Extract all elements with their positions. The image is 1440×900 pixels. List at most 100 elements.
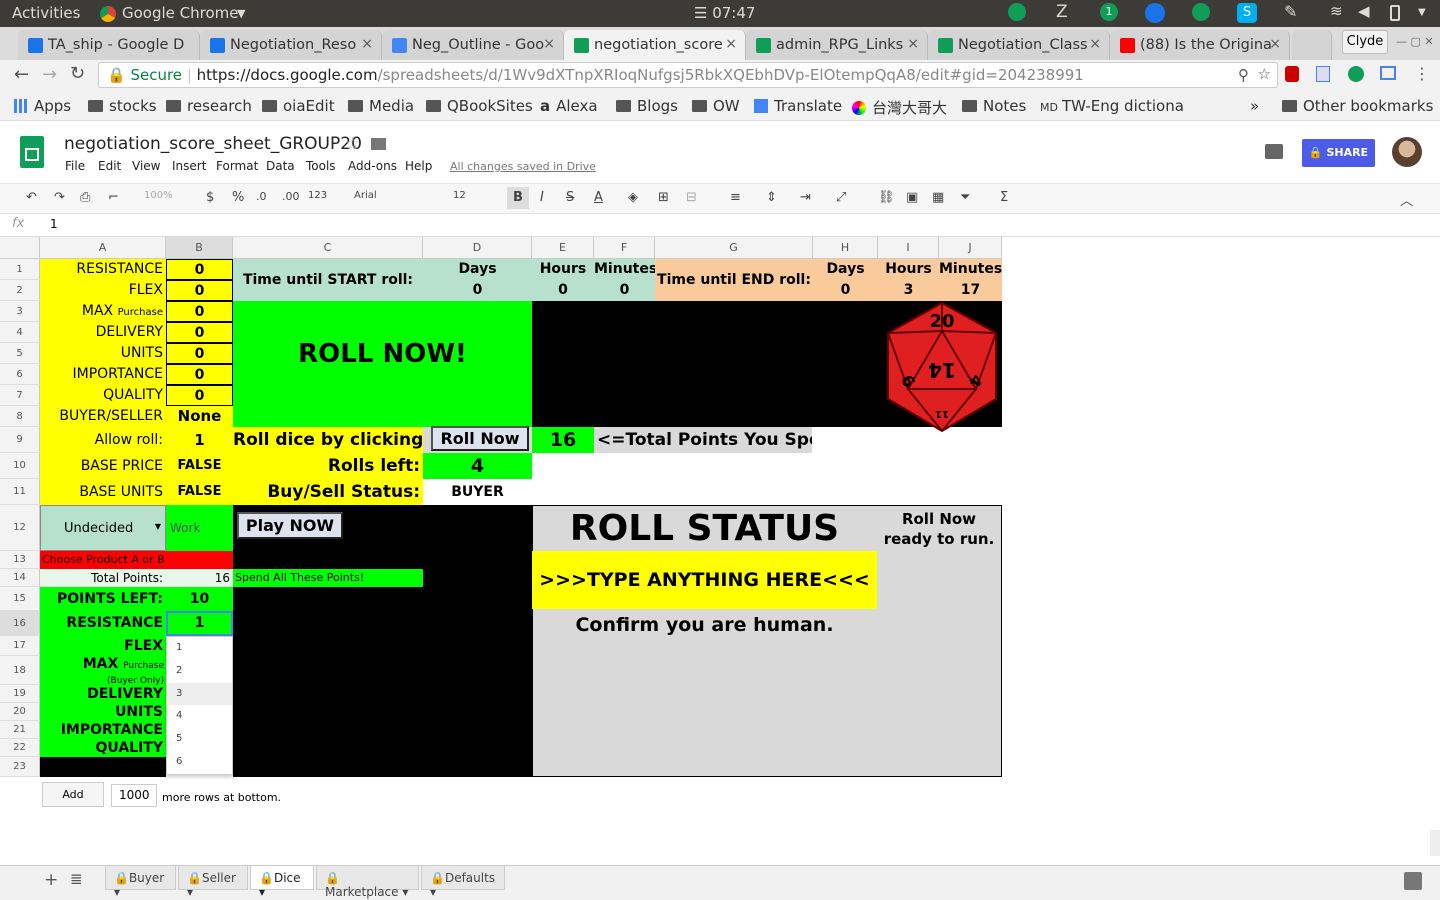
bookmark-ow[interactable]: OW	[692, 97, 740, 115]
tab-neg-outline[interactable]: Neg_Outline - Goo ×	[382, 30, 564, 60]
paperclip-icon[interactable]: ✎	[1284, 2, 1297, 21]
row-header[interactable]: 6	[0, 364, 40, 385]
dropdown-option[interactable]: 6	[167, 751, 232, 774]
column-header-c[interactable]: C	[233, 237, 423, 259]
redo-icon[interactable]: ↷	[54, 190, 65, 205]
param-label[interactable]: BASE UNITS	[40, 479, 166, 505]
param-label[interactable]: MAX Purchase	[40, 301, 166, 322]
start-hours-header[interactable]: Hours	[532, 259, 594, 280]
close-icon[interactable]: ×	[361, 36, 373, 52]
start-hours-value[interactable]: 0	[532, 280, 594, 301]
resistance-select-cell[interactable]: 1	[166, 611, 233, 636]
column-header-f[interactable]: F	[594, 237, 655, 259]
end-hours-header[interactable]: Hours	[878, 259, 939, 280]
text-wrap-icon[interactable]: ⇥	[800, 190, 811, 205]
battery-icon[interactable]	[1390, 5, 1400, 21]
wifi-icon[interactable]: ≋	[1330, 2, 1343, 20]
menu-format[interactable]: Format	[216, 159, 258, 173]
start-roll-label[interactable]: Time until START roll:	[233, 259, 423, 301]
row-header[interactable]: 22	[0, 739, 40, 757]
buy-sell-status-value[interactable]: BUYER	[423, 479, 532, 505]
points-left-value[interactable]: 10	[166, 587, 233, 611]
param-label[interactable]: BUYER/SELLER	[40, 406, 166, 427]
tab-negotiation-score[interactable]: negotiation_score ×	[564, 30, 746, 60]
add-sheet-icon[interactable]: +	[44, 870, 58, 890]
increase-decimal-button[interactable]: .00	[282, 190, 300, 203]
text-color-button[interactable]: A	[594, 190, 603, 205]
omnibox[interactable]: 🔒 Secure | https://docs.google.com/sprea…	[98, 62, 1278, 88]
param-label[interactable]: BASE PRICE	[40, 453, 166, 479]
bookmark-blogs[interactable]: Blogs	[616, 97, 678, 115]
all-sheets-icon[interactable]: ≣	[70, 870, 83, 888]
avatar[interactable]	[1392, 137, 1422, 167]
bookmark-tw-eng[interactable]: MD TW-Eng dictiona	[1040, 97, 1184, 115]
cast-icon[interactable]	[1380, 66, 1396, 80]
folder-icon[interactable]	[371, 138, 386, 150]
hangouts-icon[interactable]	[1008, 3, 1026, 21]
tab-buyer[interactable]: 🔒Buyer ▾	[105, 866, 176, 899]
value-dropdown[interactable]: 1 2 3 4 5 6	[166, 636, 233, 775]
row-header[interactable]: 8	[0, 406, 40, 427]
end-roll-label[interactable]: Time until END roll:	[655, 259, 813, 301]
param-value[interactable]: 0	[166, 385, 233, 406]
bookmark-stocks[interactable]: stocks	[88, 97, 157, 115]
close-icon[interactable]: ×	[907, 36, 919, 52]
undo-icon[interactable]: ↶	[26, 190, 37, 205]
param-label[interactable]: DELIVERY	[40, 322, 166, 343]
start-minutes-value[interactable]: 0	[594, 280, 655, 301]
window-controls[interactable]: — ▢ ✕	[1396, 35, 1434, 48]
close-icon[interactable]: ×	[725, 36, 737, 52]
dropdown-option[interactable]: 5	[167, 728, 232, 751]
docs-ext-icon[interactable]	[1316, 66, 1330, 82]
column-header-h[interactable]: H	[813, 237, 878, 259]
align-vertical-icon[interactable]: ⇕	[766, 190, 777, 205]
column-header-g[interactable]: G	[655, 237, 813, 259]
document-title[interactable]: negotiation_score_sheet_GROUP20	[64, 134, 362, 154]
rolls-left-value[interactable]: 4	[423, 453, 532, 479]
row-header[interactable]: 16	[0, 611, 40, 636]
hangouts-tray-icon[interactable]	[1192, 3, 1210, 21]
functions-icon[interactable]: Σ	[1000, 190, 1008, 205]
save-status[interactable]: All changes saved in Drive	[450, 160, 596, 173]
row-header[interactable]: 14	[0, 569, 40, 587]
row-header[interactable]: 13	[0, 551, 40, 569]
param-label[interactable]: UNITS	[40, 343, 166, 364]
product-select[interactable]: Undecided ▼	[40, 505, 166, 551]
menu-help[interactable]: Help	[405, 159, 432, 173]
insert-chart-icon[interactable]: ▦	[932, 190, 944, 205]
filter-icon[interactable]: ⏷	[960, 190, 970, 205]
param-value[interactable]: 0	[166, 322, 233, 343]
fill-color-icon[interactable]: ◈	[628, 190, 638, 205]
bookmark-other[interactable]: Other bookmarks	[1282, 97, 1433, 115]
close-icon[interactable]: ×	[1089, 36, 1101, 52]
column-header-j[interactable]: J	[939, 237, 1002, 259]
bookmark-translate[interactable]: Translate	[754, 97, 842, 115]
star-icon[interactable]: ☆	[1258, 65, 1271, 83]
new-tab-button[interactable]	[1292, 30, 1332, 60]
param-label[interactable]: QUALITY	[40, 385, 166, 406]
dropdown-option[interactable]: 1	[167, 637, 232, 660]
column-header-b[interactable]: B	[166, 237, 233, 259]
param-value[interactable]: 0	[166, 343, 233, 364]
menu-insert[interactable]: Insert	[172, 159, 206, 173]
system-menu-icon[interactable]: ▼	[1418, 7, 1426, 18]
start-days-header[interactable]: Days	[423, 259, 532, 280]
close-icon[interactable]: ×	[543, 36, 555, 52]
merge-cells-icon[interactable]: ⊟	[686, 190, 697, 205]
clock[interactable]: ☰ 07:47	[694, 4, 755, 22]
roll-now-button[interactable]: Roll Now	[431, 426, 529, 451]
param-label[interactable]: RESISTANCE	[40, 259, 166, 280]
bold-button[interactable]: B	[507, 187, 529, 209]
param-value[interactable]: 0	[166, 364, 233, 385]
collapse-toolbar-icon[interactable]: ︿	[1400, 190, 1413, 209]
dropdown-option[interactable]: 2	[167, 660, 232, 683]
tab-youtube[interactable]: (88) Is the Origina ×	[1110, 30, 1290, 60]
row-header[interactable]: 5	[0, 343, 40, 364]
bookmark-research[interactable]: research	[166, 97, 252, 115]
param-value[interactable]: None	[166, 406, 233, 427]
menu-addons[interactable]: Add-ons	[348, 159, 397, 173]
tab-seller[interactable]: 🔒Seller ▾	[178, 866, 248, 899]
vertical-scrollbar[interactable]	[1430, 830, 1440, 856]
column-header-e[interactable]: E	[532, 237, 594, 259]
row-header[interactable]: 12	[0, 505, 40, 551]
